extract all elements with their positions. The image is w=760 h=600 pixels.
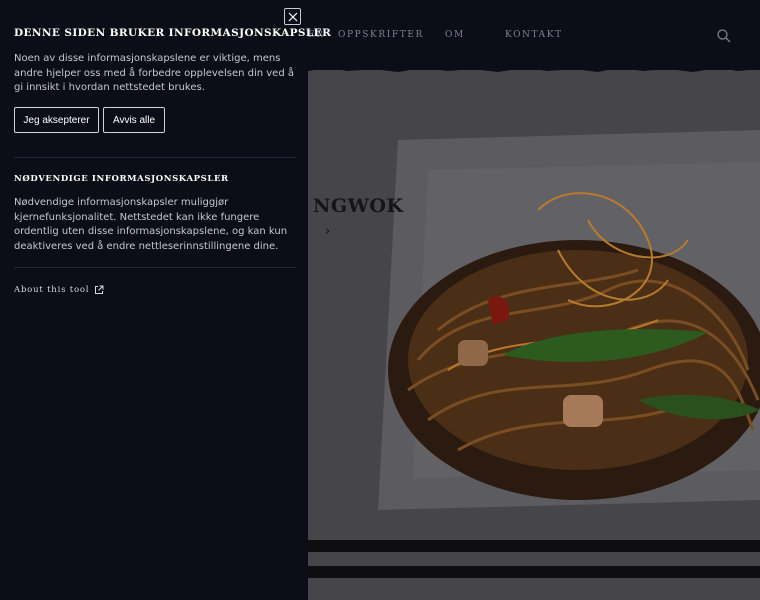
hero-next-arrow-icon[interactable]: ›: [325, 224, 330, 239]
nav-item-contact[interactable]: KONTAKT: [505, 30, 563, 40]
divider: [14, 157, 296, 158]
reject-all-button[interactable]: Avvis alle: [103, 107, 165, 133]
necessary-cookies-text: Nødvendige informasjonskapsler muliggjør…: [14, 197, 288, 252]
search-icon[interactable]: [716, 28, 732, 44]
torn-edge-divider: [308, 62, 760, 72]
hero-title: NGWOK: [313, 195, 404, 217]
close-icon: [288, 12, 297, 21]
cookie-intro-text: Noen av disse informasjonskapslene er vi…: [14, 53, 294, 93]
close-button[interactable]: [284, 8, 301, 25]
nav-item-recipes[interactable]: OPPSKRIFTER: [338, 30, 424, 40]
nav-item-about[interactable]: OM: [445, 30, 465, 40]
necessary-cookies-heading: Nødvendige informasjonskapsler: [14, 174, 229, 184]
about-tool-label: About this tool: [14, 285, 90, 295]
cookie-panel-heading: Denne siden bruker informasjonskapsler: [14, 27, 332, 39]
about-tool-link[interactable]: About this tool: [14, 285, 104, 295]
hero-image: [308, 70, 760, 600]
accept-button[interactable]: Jeg aksepterer: [14, 107, 99, 133]
wok-noodles-photo: [308, 70, 760, 600]
cookie-consent-panel: Denne siden bruker informasjonskapsler N…: [0, 0, 331, 600]
external-link-icon: [95, 285, 104, 294]
divider: [14, 267, 296, 268]
